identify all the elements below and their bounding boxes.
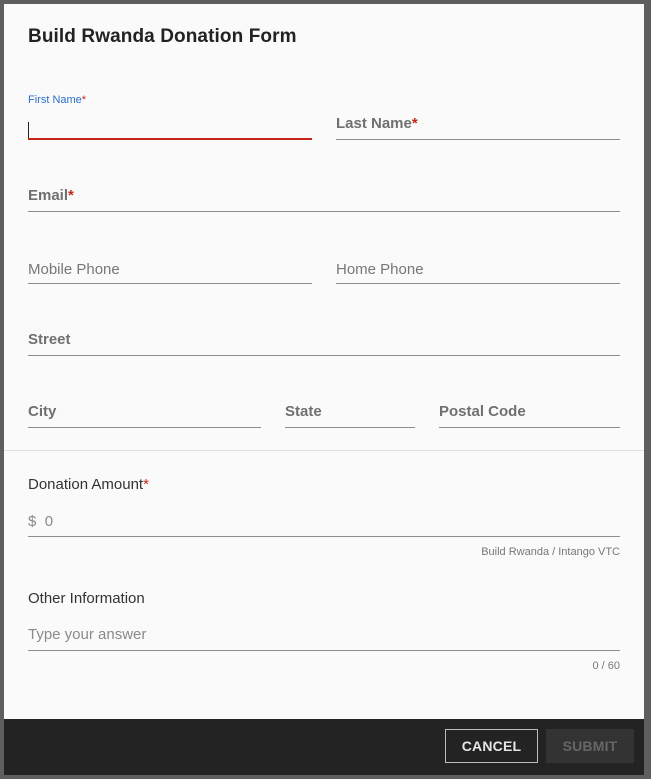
donation-amount-value: 0 [44,513,54,530]
donation-amount-underline [28,536,620,537]
other-information-label: Other Information [28,590,145,607]
first-name-label: First Name* [28,94,87,106]
dialog-title: Build Rwanda Donation Form [28,26,297,47]
home-phone-underline [336,283,620,284]
email-label: Email* [28,187,74,204]
state-label: State [285,403,322,420]
postal-code-label: Postal Code [439,403,526,420]
street-field[interactable]: Street [28,325,620,356]
mobile-phone-field[interactable]: Mobile Phone [28,254,312,284]
donation-amount-label: Donation Amount* [28,476,149,493]
city-underline [28,427,261,428]
state-underline [285,427,415,428]
currency-symbol: $ [28,513,37,530]
donation-hint: Build Rwanda / Intango VTC [481,546,620,558]
last-name-field[interactable]: Last Name* [336,109,620,140]
home-phone-placeholder: Home Phone [336,261,424,278]
donation-amount-field[interactable]: $ 0 [28,507,620,537]
section-divider [4,450,644,451]
other-information-field[interactable]: Type your answer [28,620,620,651]
mobile-phone-underline [28,283,312,284]
mobile-phone-placeholder: Mobile Phone [28,261,120,278]
postal-code-field[interactable]: Postal Code [439,397,620,428]
email-field[interactable]: Email* [28,181,620,212]
state-field[interactable]: State [285,397,415,428]
donation-amount-input: $ 0 [28,513,53,530]
postal-code-underline [439,427,620,428]
home-phone-field[interactable]: Home Phone [336,254,620,284]
street-underline [28,355,620,356]
first-name-field[interactable] [28,109,312,140]
city-label: City [28,403,57,420]
donation-form-dialog: Build Rwanda Donation Form First Name* L… [4,4,644,775]
street-label: Street [28,331,71,348]
character-counter: 0 / 60 [592,660,620,672]
last-name-underline [336,139,620,140]
last-name-label: Last Name* [336,115,418,132]
first-name-underline [28,138,312,140]
submit-button[interactable]: SUBMIT [546,729,634,763]
city-field[interactable]: City [28,397,261,428]
cancel-button[interactable]: CANCEL [445,729,538,763]
other-information-placeholder: Type your answer [28,626,147,643]
other-information-underline [28,650,620,651]
dialog-footer: CANCEL SUBMIT [4,719,644,775]
email-underline [28,211,620,212]
